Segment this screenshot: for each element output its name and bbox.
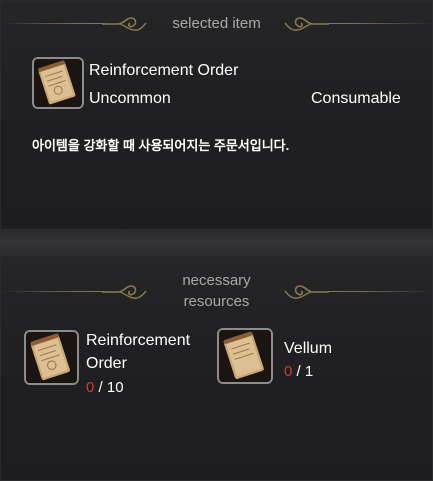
necessary-resources-panel: necessary resources Reinforcement Order … [0,255,433,481]
item-icon-frame[interactable] [32,57,84,109]
item-name: Reinforcement Order [89,62,239,79]
resource-required: / 1 [296,363,314,380]
scroll-document-icon [26,332,77,383]
resource-count: 0 / 1 [284,363,313,380]
resource-owned: 0 [284,363,293,380]
resource-count: 0 / 10 [86,379,124,396]
resource-owned: 0 [86,379,95,396]
resource-name-line1: Vellum [284,340,333,357]
resource-name-line2: Order [86,355,127,372]
panel-divider [0,230,433,255]
right-flourish-icon [284,17,329,31]
item-description: 아이템을 강화할 때 사용되어지는 주문서입니다. [32,138,290,153]
resources-title-line1: necessary [182,272,251,289]
selected-item-title: selected item [172,15,261,32]
right-flourish-icon [284,285,329,299]
item-rarity: Uncommon [89,90,171,107]
vellum-document-icon [219,330,271,382]
selected-item-panel: selected item Reinforcement Order Uncomm… [0,0,433,230]
resource-icon-frame[interactable] [24,330,79,385]
resource-icon-frame[interactable] [217,328,273,384]
scroll-document-icon [34,59,82,107]
resource-name-line1: Reinforcement [86,332,191,349]
resource-required: / 10 [98,379,124,396]
item-type: Consumable [311,90,401,107]
resources-title-line2: resources [183,293,250,310]
